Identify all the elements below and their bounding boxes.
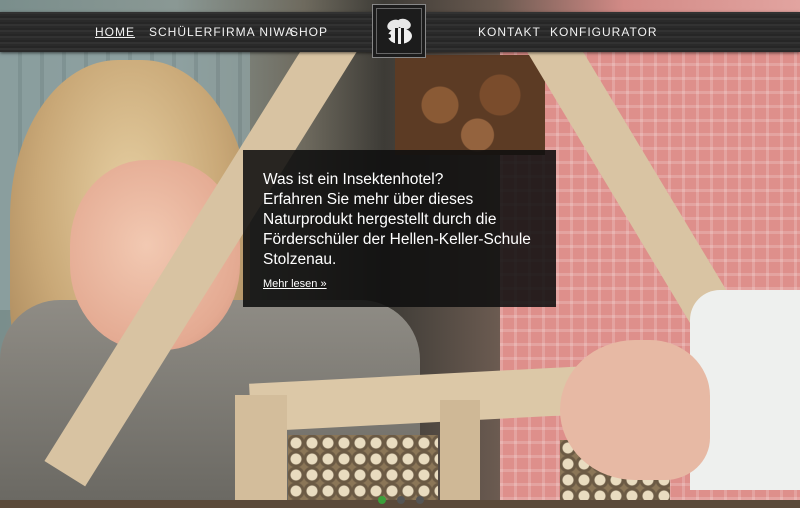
slider-pagination	[378, 489, 430, 504]
slider-dot-3[interactable]	[416, 496, 425, 504]
nav-shop[interactable]: SHOP	[290, 12, 328, 52]
nav-home[interactable]: HOME	[95, 12, 135, 52]
slider-dot-1[interactable]	[378, 496, 386, 504]
nav-konfigurator[interactable]: KONFIGURATOR	[550, 12, 658, 52]
slide-caption: Was ist ein Insektenhotel? Erfahren Sie …	[243, 150, 556, 307]
bee-logo-icon	[387, 18, 412, 44]
nav-kontakt[interactable]: KONTAKT	[478, 12, 541, 52]
site-logo[interactable]	[372, 4, 426, 58]
read-more-link[interactable]: Mehr lesen »	[263, 278, 327, 290]
caption-body: Erfahren Sie mehr über dieses Naturprodu…	[263, 191, 531, 268]
nav-schuelerfirma-niwa[interactable]: SCHÜLERFIRMA NIWA	[149, 12, 294, 52]
hand	[560, 340, 710, 480]
pine-cones	[395, 55, 545, 155]
wood-post-left	[235, 395, 287, 500]
wood-post-mid	[440, 400, 480, 500]
caption-title: Was ist ein Insektenhotel?	[263, 171, 444, 188]
slider-dot-2[interactable]	[397, 496, 406, 504]
